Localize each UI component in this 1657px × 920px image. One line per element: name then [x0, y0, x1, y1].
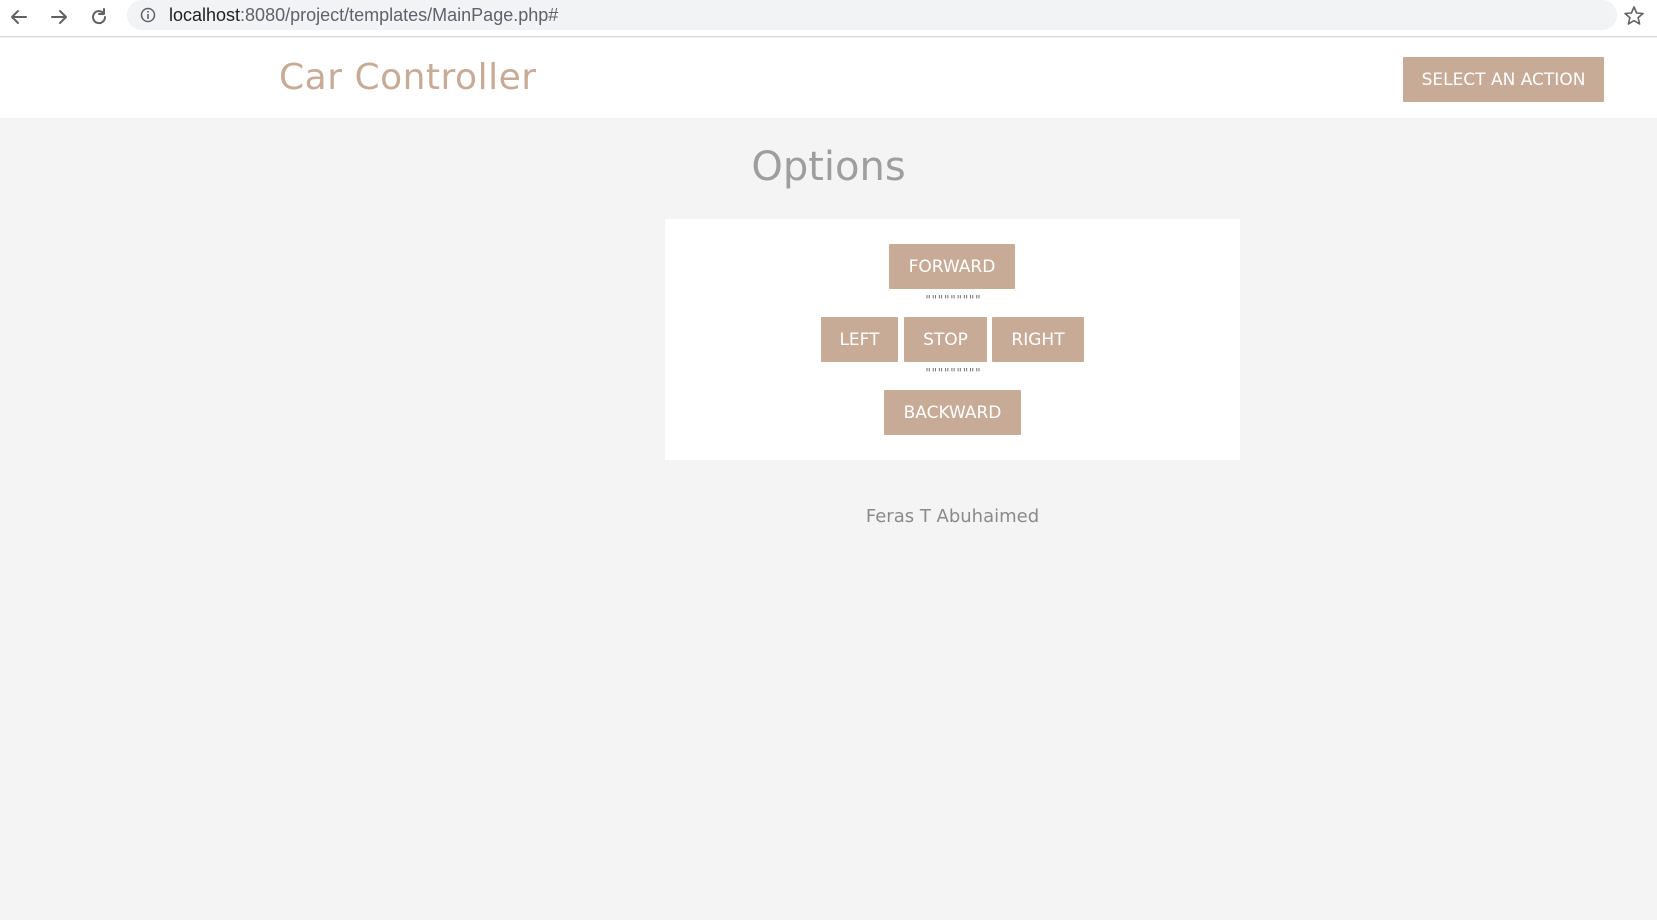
brand-title[interactable]: Car Controller — [279, 57, 537, 98]
forward-button[interactable]: FORWARD — [889, 244, 1015, 289]
author-name: Feras T Abuhaimed — [865, 506, 1040, 527]
forward-arrow-icon[interactable] — [45, 3, 73, 31]
left-button[interactable]: LEFT — [821, 317, 898, 362]
stop-button[interactable]: STOP — [904, 317, 987, 362]
page-title: Options — [0, 144, 1657, 190]
address-bar[interactable]: localhost:8080/project/templates/MainPag… — [127, 0, 1617, 30]
separator-top: """"""""" — [924, 293, 981, 307]
select-action-button[interactable]: SELECT AN ACTION — [1403, 57, 1604, 102]
separator-bottom: """"""""" — [924, 366, 981, 380]
star-icon[interactable] — [1622, 4, 1646, 28]
controls-panel: FORWARD """"""""" LEFT STOP RIGHT """"""… — [665, 219, 1240, 460]
url-path: :8080/project/templates/MainPage.php# — [240, 5, 559, 25]
back-arrow-icon[interactable] — [5, 3, 33, 31]
backward-button[interactable]: BACKWARD — [884, 390, 1021, 435]
url-text[interactable]: localhost:8080/project/templates/MainPag… — [169, 5, 558, 26]
reload-icon[interactable] — [85, 3, 113, 31]
site-header: Car Controller SELECT AN ACTION — [0, 38, 1657, 118]
info-icon[interactable] — [140, 7, 156, 23]
url-host: localhost — [169, 5, 241, 25]
options-heading: Options — [751, 144, 906, 190]
right-button[interactable]: RIGHT — [992, 317, 1084, 362]
browser-toolbar: localhost:8080/project/templates/MainPag… — [0, 0, 1657, 37]
